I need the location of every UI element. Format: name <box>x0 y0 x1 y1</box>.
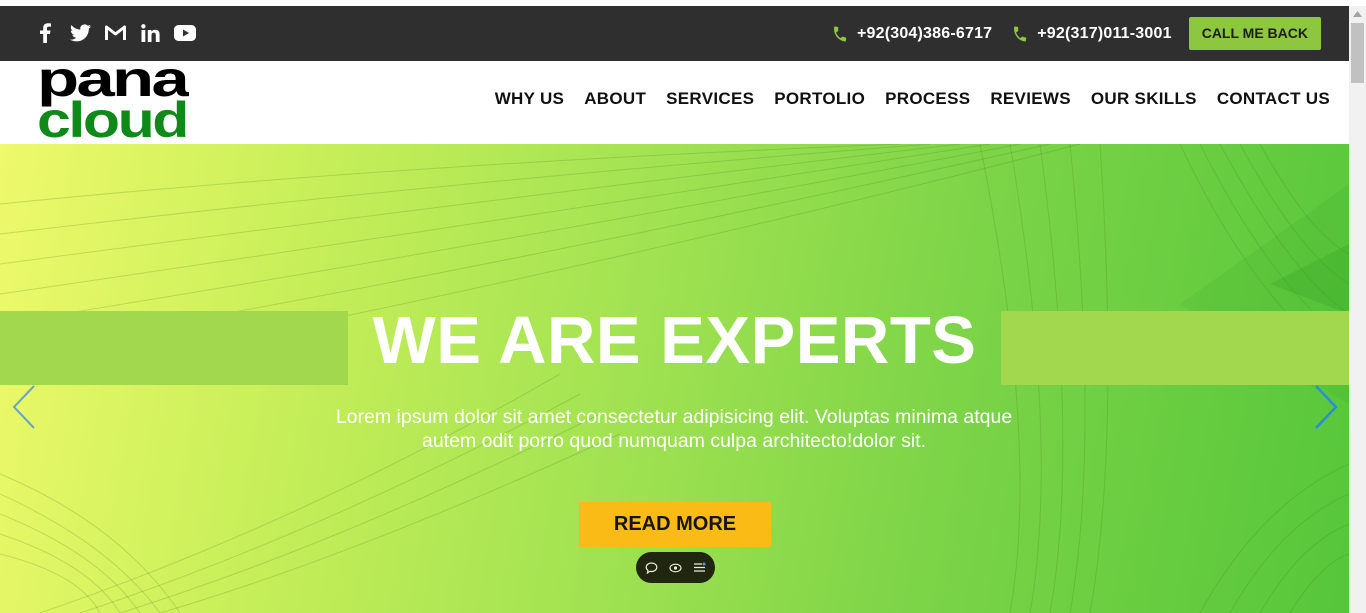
linkedin-icon[interactable] <box>139 22 161 44</box>
hero-slider: WE ARE EXPERTS Lorem ipsum dolor sit ame… <box>0 144 1349 613</box>
panacloud-logo[interactable]: pana cloud <box>37 51 193 148</box>
eye-icon[interactable] <box>669 563 682 573</box>
hero-title: WE ARE EXPERTS <box>372 303 977 378</box>
nav-item-reviews[interactable]: REVIEWS <box>990 89 1071 109</box>
phone-2-number: +92(317)011-3001 <box>1037 24 1172 42</box>
twitter-icon[interactable] <box>69 22 91 44</box>
comment-icon[interactable] <box>645 561 658 574</box>
nav-item-contact-us[interactable]: CONTACT US <box>1217 89 1330 109</box>
phone-icon <box>1011 25 1029 43</box>
phone-2[interactable]: +92(317)011-3001 <box>1011 24 1172 43</box>
slider-prev-arrow-icon[interactable] <box>11 384 37 435</box>
menu-icon[interactable] <box>693 562 706 573</box>
facebook-icon[interactable] <box>34 22 56 44</box>
nav-item-our-skills[interactable]: OUR SKILLS <box>1091 89 1197 109</box>
phone-1-number: +92(304)386-6717 <box>856 24 993 42</box>
nav-item-portfolio[interactable]: PORTOLIO <box>774 89 865 109</box>
slider-next-arrow-icon[interactable] <box>1313 384 1339 435</box>
gmail-icon[interactable] <box>104 22 126 44</box>
call-me-back-button[interactable]: CALL ME BACK <box>1188 17 1321 50</box>
nav-item-why-us[interactable]: WHY US <box>495 89 565 109</box>
scroll-up-arrow-icon[interactable] <box>1349 6 1366 22</box>
hero-subtitle-line-2: autem odit porro quod numquam culpa arch… <box>421 430 927 452</box>
page-scrollbar[interactable] <box>1349 6 1366 613</box>
phone-icon <box>831 25 849 43</box>
hero-subtitle-line-1: Lorem ipsum dolor sit amet consectetur a… <box>335 406 1013 428</box>
nav-item-process[interactable]: PROCESS <box>885 89 970 109</box>
nav-item-services[interactable]: SERVICES <box>666 89 754 109</box>
scrollbar-thumb[interactable] <box>1351 23 1364 83</box>
contact-phones: +92(304)386-6717 +92(317)011-3001 CALL M… <box>831 6 1349 61</box>
page: +92(304)386-6717 +92(317)011-3001 CALL M… <box>0 0 1366 613</box>
social-links <box>34 22 196 44</box>
main-navbar: pana cloud WHY US ABOUT SERVICES PORTOLI… <box>0 51 1349 148</box>
phone-1[interactable]: +92(304)386-6717 <box>831 25 992 43</box>
read-more-button[interactable]: READ MORE <box>579 502 771 547</box>
nav-item-about[interactable]: ABOUT <box>584 89 646 109</box>
hero-subtitle: Lorem ipsum dolor sit amet consectetur a… <box>284 405 1064 453</box>
logo-text-cloud: cloud <box>37 92 187 139</box>
floating-mini-toolbar <box>636 552 715 583</box>
top-bar: +92(304)386-6717 +92(317)011-3001 CALL M… <box>0 6 1349 61</box>
primary-nav: WHY US ABOUT SERVICES PORTOLIO PROCESS R… <box>495 89 1330 109</box>
youtube-icon[interactable] <box>174 22 196 44</box>
